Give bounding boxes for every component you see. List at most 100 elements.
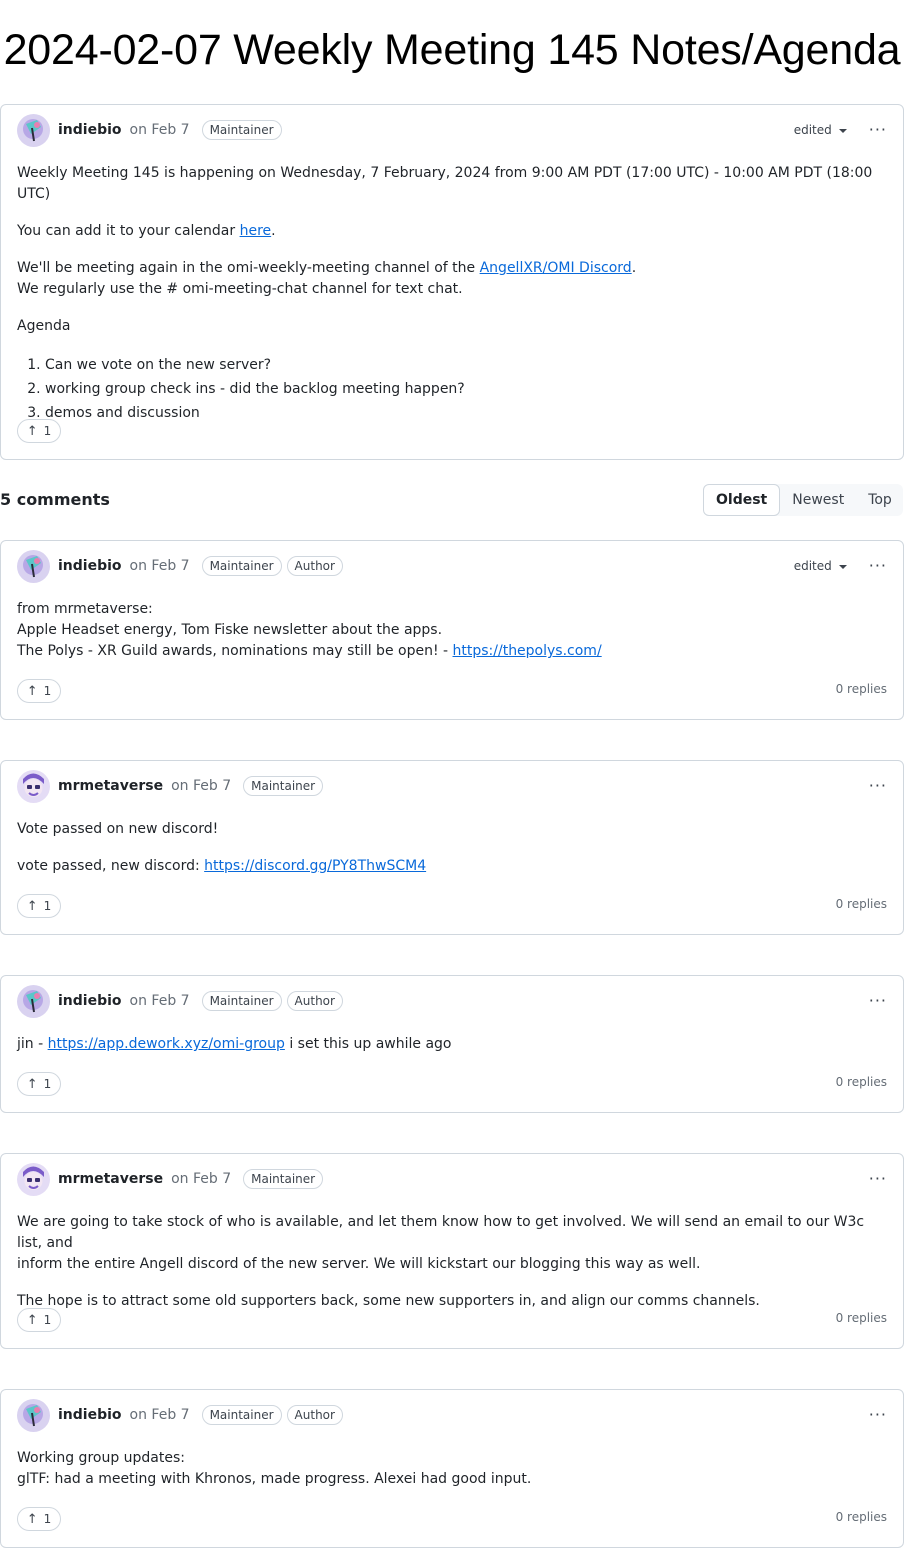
comment-actions: ··· <box>869 769 887 803</box>
calendar-suffix: . <box>271 223 276 239</box>
comment-author[interactable]: indiebio <box>58 558 122 574</box>
sort-top-button[interactable]: Top <box>856 484 904 516</box>
comment-actions: edited ··· <box>794 549 887 583</box>
avatar-mrmetaverse[interactable] <box>17 1162 50 1196</box>
comment-header: indiebio on Feb 7 Maintainer Author <box>17 1398 348 1432</box>
edited-label: edited <box>793 123 832 137</box>
comment-text: The Polys - XR Guild awards, nominations… <box>17 641 887 662</box>
maintainer-badge: Maintainer <box>201 991 282 1011</box>
comment-text-suffix: i set this up awhile ago <box>284 1036 452 1052</box>
comment-body: We are going to take stock of who is ava… <box>17 1212 887 1312</box>
post-date[interactable]: on Feb 7 <box>130 122 190 138</box>
upvote-count: 1 <box>43 1077 52 1091</box>
upvote-button[interactable]: ↑ 1 <box>17 1072 61 1096</box>
comment-actions: ··· <box>869 1398 887 1432</box>
upvote-button[interactable]: ↑ 1 <box>17 419 61 443</box>
edited-dropdown[interactable]: edited <box>794 559 847 573</box>
comment-actions: ··· <box>869 1162 887 1196</box>
comment-body: Vote passed on new discord! vote passed,… <box>17 819 887 877</box>
meeting-time-text: Weekly Meeting 145 is happening on Wedne… <box>17 165 873 202</box>
comment: indiebio on Feb 7 Maintainer Author ··· … <box>0 1389 904 1548</box>
comment-date[interactable]: on Feb 7 <box>171 778 231 794</box>
arrow-up-icon: ↑ <box>26 898 38 914</box>
comment: indiebio on Feb 7 Maintainer Author ··· … <box>0 975 904 1113</box>
replies-count[interactable]: 0 replies <box>836 682 887 696</box>
maintainer-badge: Maintainer <box>201 556 282 576</box>
comment-text: The hope is to attract some old supporte… <box>17 1293 760 1309</box>
replies-count[interactable]: 0 replies <box>836 1510 887 1524</box>
avatar-indiebio[interactable] <box>17 1398 50 1432</box>
author-badge: Author <box>286 556 343 576</box>
comment-body: from mrmetaverse: Apple Headset energy, … <box>17 599 887 662</box>
triangle-down-icon <box>838 565 847 569</box>
calendar-prefix: You can add it to your calendar <box>17 223 240 239</box>
discord-link[interactable]: AngellXR/OMI Discord <box>480 260 632 276</box>
comment-author[interactable]: indiebio <box>58 993 122 1009</box>
upvote-count: 1 <box>43 899 52 913</box>
polys-link[interactable]: https://thepolys.com/ <box>453 643 602 659</box>
comment-text: from mrmetaverse: <box>17 601 153 617</box>
comment-text: Working group updates: <box>17 1450 185 1466</box>
post-author[interactable]: indiebio <box>58 122 122 138</box>
dework-link[interactable]: https://app.dework.xyz/omi-group <box>48 1036 285 1052</box>
avatar-indiebio[interactable] <box>17 984 50 1018</box>
comment-date[interactable]: on Feb 7 <box>130 558 190 574</box>
comment-header: indiebio on Feb 7 Maintainer Author <box>17 984 348 1018</box>
calendar-link[interactable]: here <box>240 223 272 239</box>
edited-dropdown[interactable]: edited <box>794 123 847 137</box>
comment-text: We are going to take stock of who is ava… <box>17 1214 865 1251</box>
kebab-horizontal-icon[interactable]: ··· <box>869 1407 887 1423</box>
meeting-suffix: . <box>631 260 637 276</box>
upvote-button[interactable]: ↑ 1 <box>17 1308 61 1332</box>
comment-author[interactable]: mrmetaverse <box>58 1171 163 1187</box>
comment: mrmetaverse on Feb 7 Maintainer ··· We a… <box>0 1153 904 1349</box>
comment-text: inform the entire Angell discord of the … <box>17 1256 701 1272</box>
agenda-heading: Agenda <box>17 318 71 334</box>
upvote-count: 1 <box>43 424 52 438</box>
post-header: indiebio on Feb 7 Maintainer <box>17 113 287 147</box>
author-badge: Author <box>286 1405 343 1425</box>
comment: mrmetaverse on Feb 7 Maintainer ··· Vote… <box>0 760 904 935</box>
arrow-up-icon: ↑ <box>26 423 38 439</box>
replies-count[interactable]: 0 replies <box>836 1311 887 1325</box>
comment-author[interactable]: indiebio <box>58 1407 122 1423</box>
kebab-horizontal-icon[interactable]: ··· <box>869 993 887 1009</box>
comment-text: Vote passed on new discord! <box>17 821 219 837</box>
comment-body: Working group updates: glTF: had a meeti… <box>17 1448 887 1490</box>
discord-invite-link[interactable]: https://discord.gg/PY8ThwSCM4 <box>204 858 426 874</box>
sort-oldest-button[interactable]: Oldest <box>703 484 781 516</box>
avatar-indiebio[interactable] <box>17 113 50 147</box>
comment-date[interactable]: on Feb 7 <box>171 1171 231 1187</box>
maintainer-badge: Maintainer <box>243 1169 324 1189</box>
sort-newest-button[interactable]: Newest <box>780 484 856 516</box>
upvote-button[interactable]: ↑ 1 <box>17 894 61 918</box>
author-badge: Author <box>286 991 343 1011</box>
comments-count: 5 comments <box>0 490 110 509</box>
edited-label: edited <box>793 559 832 573</box>
comment-body: jin - https://app.dework.xyz/omi-group i… <box>17 1034 887 1055</box>
avatar-indiebio[interactable] <box>17 549 50 583</box>
maintainer-badge: Maintainer <box>243 776 324 796</box>
comment-date[interactable]: on Feb 7 <box>130 993 190 1009</box>
comment-date[interactable]: on Feb 7 <box>130 1407 190 1423</box>
comment-text: glTF: had a meeting with Khronos, made p… <box>17 1471 532 1487</box>
meeting-prefix: We'll be meeting again in the omi-weekly… <box>17 260 480 276</box>
avatar-mrmetaverse[interactable] <box>17 769 50 803</box>
replies-count[interactable]: 0 replies <box>836 897 887 911</box>
kebab-horizontal-icon[interactable]: ··· <box>869 122 887 138</box>
replies-count[interactable]: 0 replies <box>836 1075 887 1089</box>
arrow-up-icon: ↑ <box>26 1511 38 1527</box>
agenda-item: working group check ins - did the backlo… <box>45 377 887 401</box>
upvote-button[interactable]: ↑ 1 <box>17 1507 61 1531</box>
arrow-up-icon: ↑ <box>26 683 38 699</box>
upvote-button[interactable]: ↑ 1 <box>17 679 61 703</box>
kebab-horizontal-icon[interactable]: ··· <box>869 778 887 794</box>
kebab-horizontal-icon[interactable]: ··· <box>869 558 887 574</box>
kebab-horizontal-icon[interactable]: ··· <box>869 1171 887 1187</box>
comment-author[interactable]: mrmetaverse <box>58 778 163 794</box>
calendar-text: You can add it to your calendar here. <box>17 221 887 242</box>
post-body: Weekly Meeting 145 is happening on Wedne… <box>17 163 887 425</box>
maintainer-badge: Maintainer <box>201 1405 282 1425</box>
agenda-item: demos and discussion <box>45 401 887 425</box>
comment-actions: ··· <box>869 984 887 1018</box>
